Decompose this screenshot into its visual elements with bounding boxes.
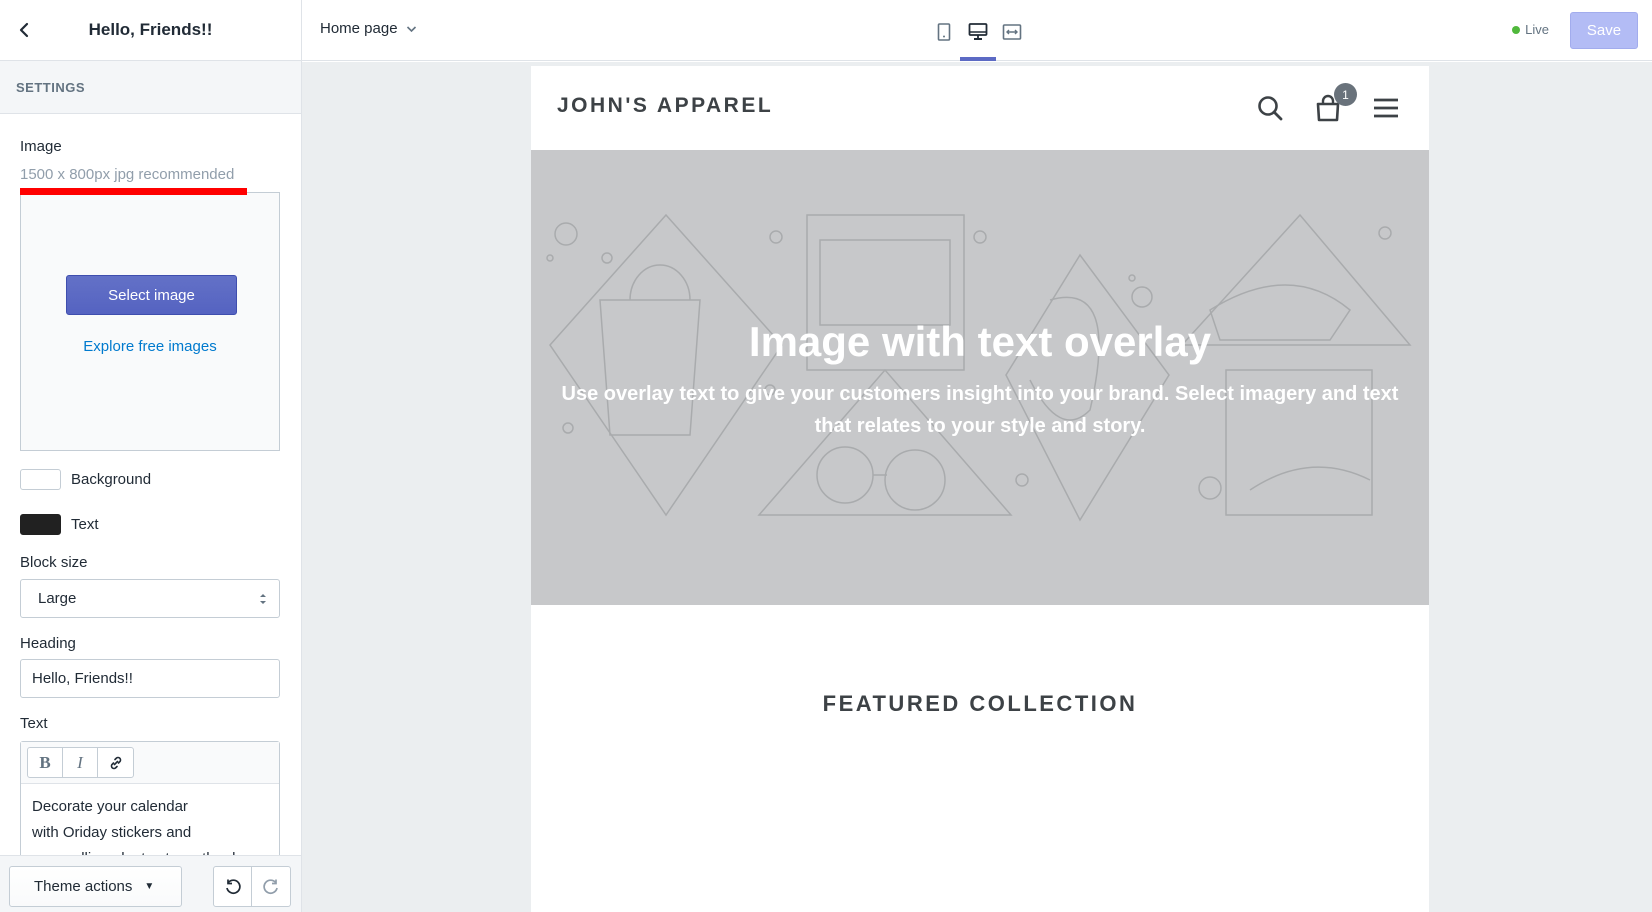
featured-collection-title: FEATURED COLLECTION: [822, 691, 1138, 716]
block-size-label: Block size: [20, 554, 88, 571]
undo-icon: [225, 878, 241, 894]
redo-icon: [263, 878, 278, 894]
chevron-left-icon: [19, 22, 29, 38]
rte-toolbar: B I: [21, 742, 279, 784]
store-logo[interactable]: JOHN'S APPAREL: [557, 94, 773, 118]
hamburger-menu-icon: [1374, 98, 1398, 118]
heading-input[interactable]: Hello, Friends!!: [20, 659, 280, 698]
rte-button-group: B I: [27, 747, 134, 778]
select-arrows-icon: [260, 594, 266, 604]
page-selector[interactable]: Home page: [320, 20, 417, 37]
explore-free-images-link[interactable]: Explore free images: [21, 338, 279, 355]
page-selector-label: Home page: [320, 20, 398, 37]
text-color-row: Text: [20, 514, 99, 535]
block-size-select[interactable]: Large: [20, 579, 280, 618]
heading-label: Heading: [20, 635, 76, 652]
image-picker: Select image Explore free images: [20, 192, 280, 451]
editor-topbar: Home page Live Save: [302, 0, 1652, 61]
cart-count-badge: 1: [1334, 83, 1357, 106]
text-label: Text: [20, 715, 48, 732]
image-hint: 1500 x 800px jpg recommended: [20, 166, 235, 183]
redo-button[interactable]: [252, 867, 290, 906]
text-color-label: Text: [71, 516, 99, 533]
store-menu-button[interactable]: [1370, 92, 1402, 124]
settings-form: Image 1500 x 800px jpg recommended Selec…: [0, 114, 301, 855]
caret-down-icon: ▼: [144, 881, 155, 892]
expand-horizontal-icon: [1002, 24, 1022, 40]
desktop-view-button[interactable]: [966, 20, 990, 44]
undo-button[interactable]: [214, 867, 252, 906]
rte-text-line: with Oriday stickers and: [32, 824, 192, 841]
settings-section-header: SETTINGS: [0, 61, 301, 114]
save-button[interactable]: Save: [1570, 12, 1638, 49]
sidebar-title: Hello, Friends!!: [88, 20, 213, 39]
link-icon: [110, 756, 121, 769]
undo-redo-group: [213, 866, 291, 907]
background-label: Background: [71, 471, 152, 488]
bold-button[interactable]: B: [28, 748, 63, 777]
hero-text: Use overlay text to give your customers …: [561, 383, 1399, 437]
live-status: Live: [1512, 22, 1549, 37]
link-button[interactable]: [98, 748, 133, 777]
back-button[interactable]: [12, 18, 36, 42]
mobile-icon: [937, 23, 951, 41]
image-with-text-overlay-section[interactable]: Image with text overlay Use overlay text…: [531, 150, 1429, 605]
active-device-indicator: [960, 57, 996, 61]
desktop-icon: [968, 23, 988, 40]
background-color-row: Background: [20, 469, 151, 490]
store-header: JOHN'S APPAREL 1: [531, 66, 1429, 150]
block-size-value: Large: [38, 590, 77, 607]
sidebar-footer: Theme actions ▼: [0, 855, 301, 912]
rich-text-editor[interactable]: B I Decorate your calendar with Oriday s…: [20, 741, 280, 855]
live-label: Live: [1525, 22, 1549, 37]
text-color-swatch[interactable]: [20, 514, 61, 535]
image-label: Image: [20, 138, 62, 155]
live-dot-icon: [1512, 25, 1521, 34]
settings-sidebar: Hello, Friends!! SETTINGS Image 1500 x 8…: [0, 0, 302, 912]
store-preview: JOHN'S APPAREL 1 Image with text overlay…: [531, 66, 1429, 912]
chevron-down-icon: [406, 25, 416, 32]
rte-text-line: Decorate your calendar: [32, 798, 188, 815]
sidebar-header: Hello, Friends!!: [0, 0, 301, 61]
red-highlight-underline: [20, 188, 247, 195]
hero-heading: Image with text overlay: [748, 318, 1212, 365]
rte-text-line: your calligraphy to stress the day: [32, 846, 268, 855]
fullscreen-view-button[interactable]: [1000, 20, 1024, 44]
select-image-button[interactable]: Select image: [66, 275, 237, 315]
theme-actions-label: Theme actions: [34, 878, 133, 895]
background-color-swatch[interactable]: [20, 469, 61, 490]
rte-content[interactable]: Decorate your calendar with Oriday stick…: [21, 784, 279, 855]
mobile-view-button[interactable]: [932, 20, 956, 44]
store-search-button[interactable]: [1254, 92, 1286, 124]
italic-button[interactable]: I: [63, 748, 98, 777]
search-icon: [1258, 96, 1283, 121]
theme-actions-button[interactable]: Theme actions ▼: [9, 866, 182, 907]
